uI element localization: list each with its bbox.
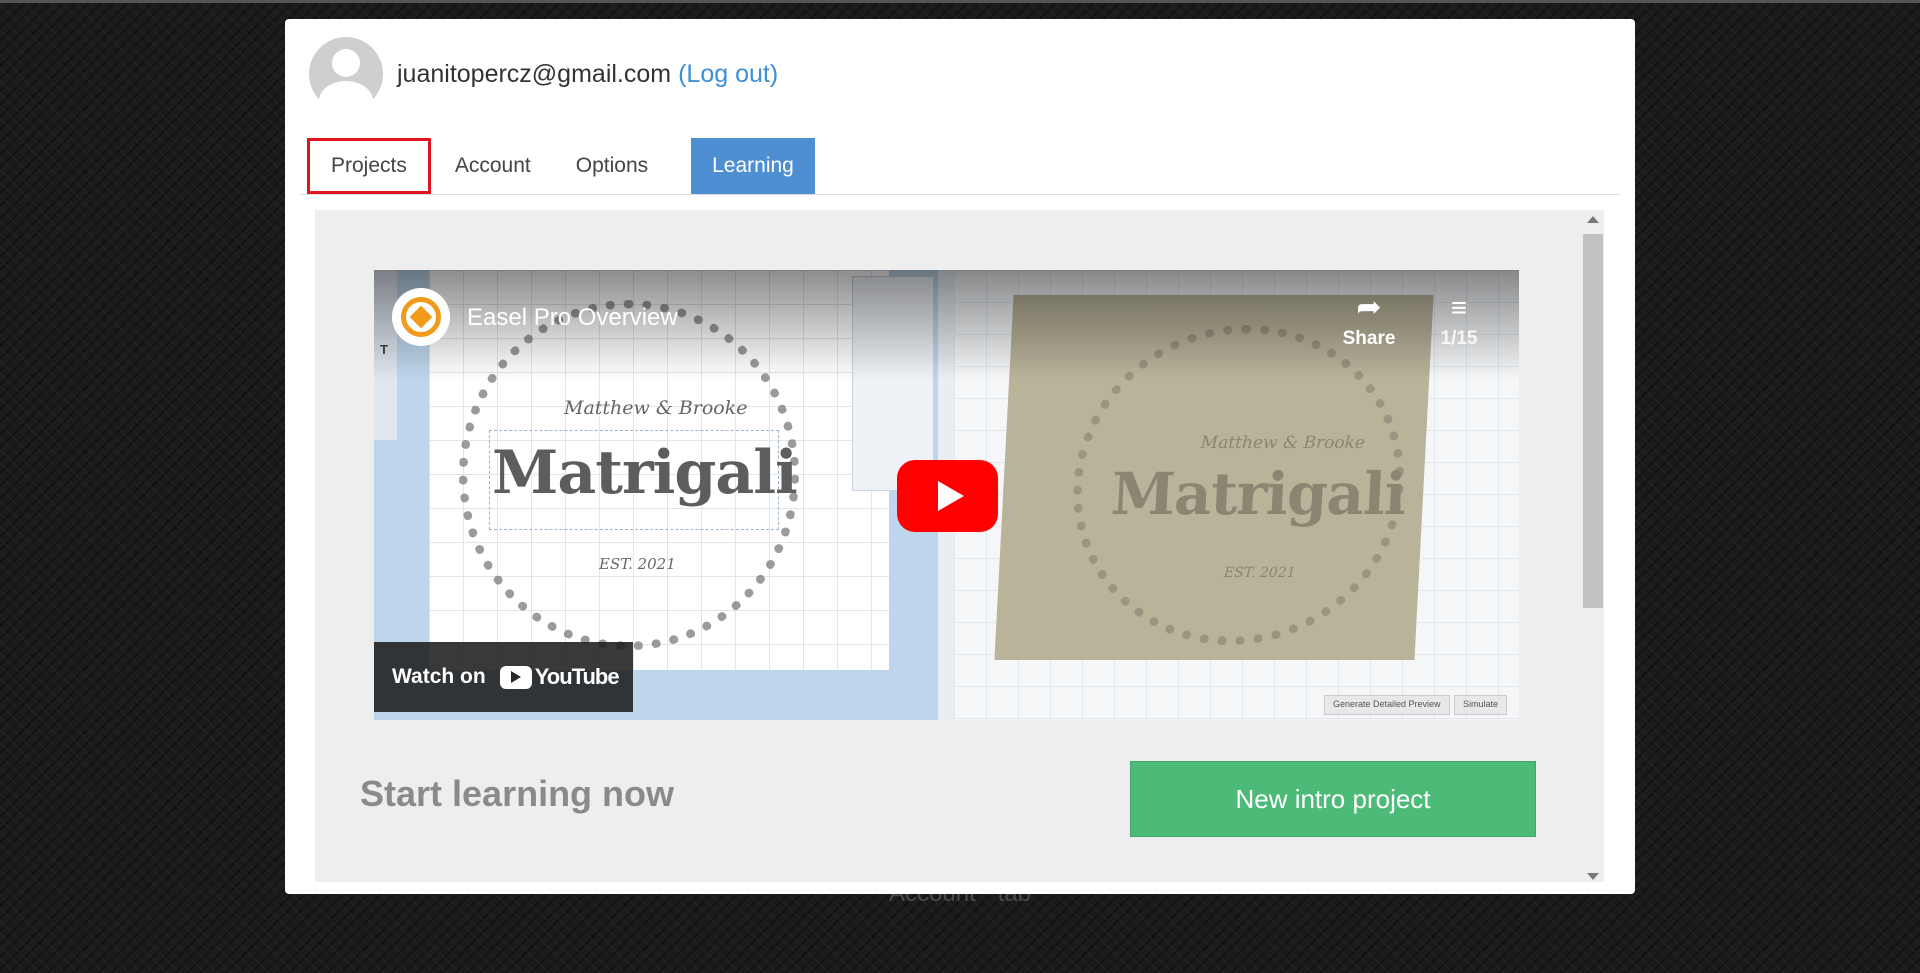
design-established: EST. 2021 [599, 555, 676, 573]
panel-scrollbar[interactable] [1583, 216, 1603, 880]
board-established: EST. 2021 [1223, 565, 1297, 581]
scroll-down-arrow-icon[interactable] [1587, 873, 1599, 880]
design-heading: Matrigali [492, 438, 798, 508]
scroll-thumb[interactable] [1583, 234, 1603, 608]
tab-learning[interactable]: Learning [691, 138, 815, 194]
user-row: juanitopercz@gmail.com (Log out) [309, 37, 778, 111]
share-button[interactable]: ➦ Share [1319, 290, 1419, 350]
play-icon [937, 481, 964, 511]
tab-account[interactable]: Account [434, 138, 552, 194]
tab-options[interactable]: Options [555, 138, 669, 194]
new-intro-project-button[interactable]: New intro project [1130, 761, 1536, 837]
channel-logo-icon[interactable] [392, 288, 450, 346]
board-heading: Matrigali [1109, 460, 1408, 528]
youtube-embed[interactable]: T Matthew & Brooke Matrigali EST. 2021 M… [374, 270, 1519, 720]
share-label: Share [1342, 328, 1396, 349]
watch-on-label: Watch on [392, 665, 486, 688]
youtube-wordmark: YouTube [534, 664, 620, 689]
youtube-logo-icon: YouTube [499, 664, 620, 690]
watch-on-youtube-button[interactable]: Watch on YouTube [374, 642, 633, 712]
generate-preview-button: Generate Detailed Preview [1324, 695, 1450, 715]
avatar [309, 37, 383, 111]
avatar-head [332, 49, 360, 77]
start-learning-heading: Start learning now [360, 773, 675, 814]
logout-link[interactable]: (Log out) [678, 60, 778, 89]
playlist-button[interactable]: ≡ 1/15 [1414, 290, 1504, 350]
avatar-body [319, 81, 373, 111]
scroll-up-arrow-icon[interactable] [1587, 216, 1599, 223]
user-email: juanitopercz@gmail.com [397, 59, 672, 88]
top-strip [0, 0, 1920, 3]
board-subtitle: Matthew & Brooke [1200, 433, 1366, 453]
simulate-button: Simulate [1454, 695, 1508, 715]
video-title[interactable]: Easel Pro Overview [467, 304, 678, 332]
account-modal: juanitopercz@gmail.com (Log out) Project… [285, 19, 1635, 894]
tab-bar: Projects Account Options Learning [300, 137, 1620, 195]
tab-projects[interactable]: Projects [307, 138, 431, 194]
playlist-icon: ≡ [1450, 292, 1468, 323]
design-subtitle: Matthew & Brooke [564, 397, 748, 419]
learning-panel: T Matthew & Brooke Matrigali EST. 2021 M… [315, 210, 1604, 882]
share-icon: ➦ [1356, 291, 1382, 324]
play-button[interactable] [897, 460, 998, 532]
playlist-position: 1/15 [1440, 328, 1478, 349]
